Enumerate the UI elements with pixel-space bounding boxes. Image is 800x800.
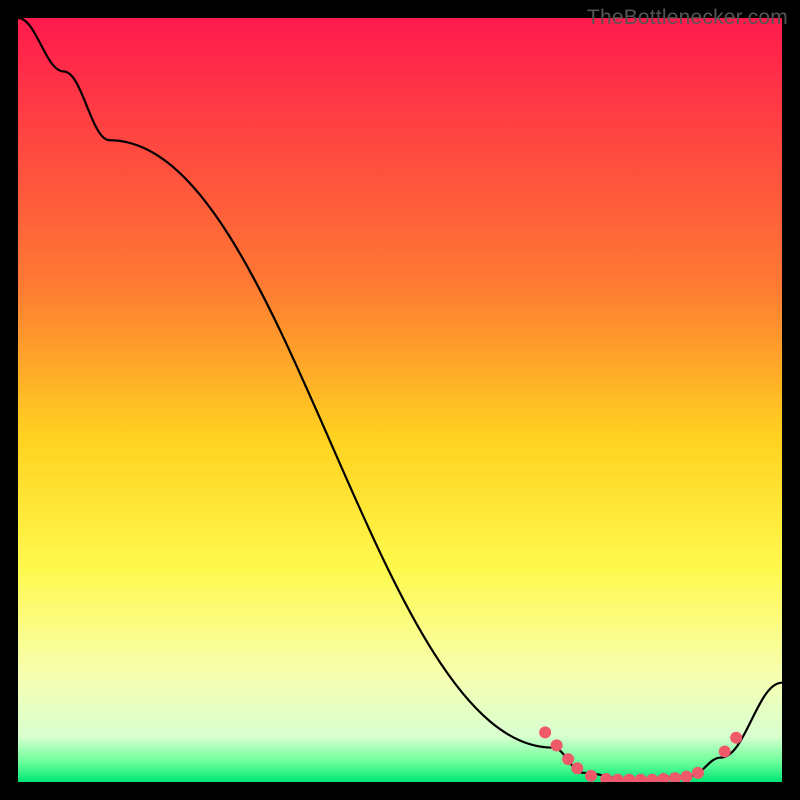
chart-svg <box>18 18 782 782</box>
watermark-text: TheBottlenecker.com <box>587 6 788 30</box>
data-marker <box>730 732 742 744</box>
data-marker <box>539 726 551 738</box>
data-marker <box>692 767 704 779</box>
chart-container <box>18 18 782 782</box>
data-marker <box>571 762 583 774</box>
chart-background <box>18 18 782 782</box>
data-marker <box>562 753 574 765</box>
data-marker <box>719 745 731 757</box>
data-marker <box>585 770 597 782</box>
data-marker <box>551 739 563 751</box>
